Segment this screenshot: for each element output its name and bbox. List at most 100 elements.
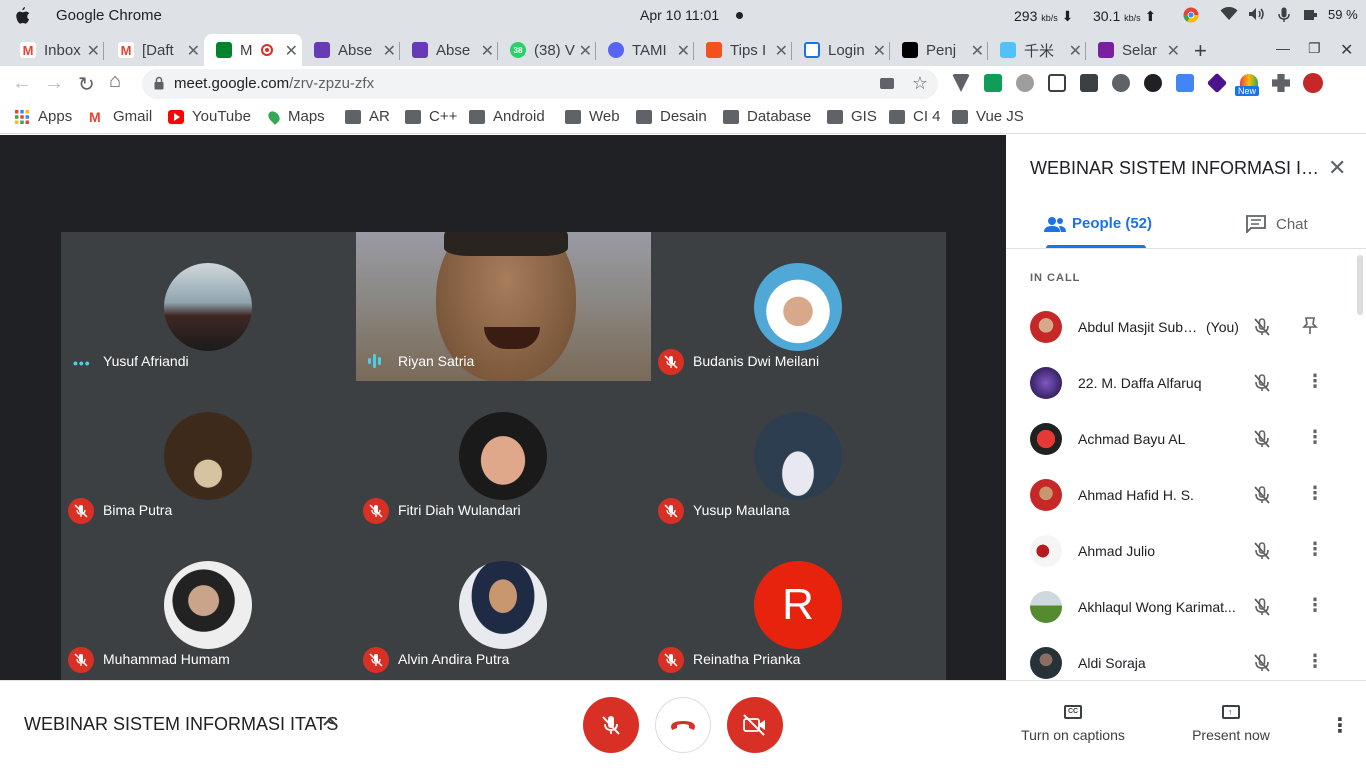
close-icon[interactable]: ✕ (87, 41, 100, 61)
bookmark-folder-web[interactable]: Web (565, 108, 620, 125)
bookmark-apps[interactable]: Apps (14, 108, 72, 125)
tab-tips[interactable]: Tips I ✕ (694, 34, 792, 66)
participant-tile[interactable]: Yusup Maulana (651, 381, 946, 530)
pin-icon[interactable] (1302, 317, 1318, 335)
participant-row[interactable]: Aldi Soraja ⋮ (1030, 643, 1350, 683)
tab-penj[interactable]: Penj ✕ (890, 34, 988, 66)
tab-selar[interactable]: Selar ✕ (1086, 34, 1184, 66)
participant-row[interactable]: 22. M. Daffa Alfaruq ⋮ (1030, 363, 1350, 403)
minimize-icon[interactable]: — (1276, 40, 1290, 56)
bookmark-folder-android[interactable]: Android (469, 108, 545, 125)
close-icon[interactable]: ✕ (187, 41, 200, 61)
more-options-icon[interactable]: ⋮ (1306, 651, 1324, 672)
bookmark-folder-ar[interactable]: AR (345, 108, 390, 125)
participant-tile[interactable]: Alvin Andira Putra (356, 530, 651, 679)
tab-login[interactable]: Login ✕ (792, 34, 890, 66)
participant-tile[interactable]: Muhammad Humam (61, 530, 356, 679)
reload-icon[interactable]: ↻ (78, 72, 95, 97)
translate-extension-icon[interactable] (1176, 74, 1194, 92)
timer-extension-icon[interactable] (984, 74, 1002, 92)
tab-absen-1[interactable]: Abse ✕ (302, 34, 400, 66)
tab-people[interactable]: People (52) (1044, 215, 1152, 232)
bookmark-star-icon[interactable]: ☆ (912, 73, 928, 94)
volume-icon[interactable] (1248, 7, 1266, 24)
extensions-puzzle-icon[interactable] (1272, 74, 1290, 92)
close-icon[interactable]: ✕ (971, 41, 984, 61)
participant-tile[interactable]: ••• Yusuf Afriandi (61, 232, 356, 381)
participant-row[interactable]: Ahmad Julio ⋮ (1030, 531, 1350, 571)
participant-video-tile[interactable]: Riyan Satria (356, 232, 651, 381)
new-tab-plus-icon[interactable]: + (1194, 38, 1207, 64)
vpn-extension-icon[interactable] (952, 74, 970, 92)
camera-toggle-button[interactable] (727, 697, 783, 753)
github-extension-icon[interactable] (1144, 74, 1162, 92)
screenshot-extension-icon[interactable] (1112, 74, 1130, 92)
present-now-button[interactable]: ↑ Present now (1182, 705, 1280, 743)
participant-row[interactable]: Achmad Bayu AL ⋮ (1030, 419, 1350, 459)
restore-icon[interactable]: ❐ (1308, 40, 1321, 57)
tab-qianmi[interactable]: 千米 ✕ (988, 34, 1086, 66)
close-icon[interactable]: ✕ (1167, 41, 1180, 61)
mic-toggle-button[interactable] (583, 697, 639, 753)
tab-daftar[interactable]: M [Daft ✕ (104, 34, 204, 66)
leave-call-button[interactable] (655, 697, 711, 753)
chevron-up-icon[interactable] (322, 714, 338, 730)
bookmark-folder-cpp[interactable]: C++ (405, 108, 457, 125)
close-icon[interactable]: ✕ (1328, 155, 1346, 181)
more-options-icon[interactable]: ⋮ (1306, 427, 1324, 448)
more-options-icon[interactable]: ⋮ (1306, 483, 1324, 504)
bookmark-folder-gis[interactable]: GIS (827, 108, 877, 125)
tab-tami[interactable]: TAMI ✕ (596, 34, 694, 66)
close-icon[interactable]: ✕ (481, 41, 494, 61)
home-icon[interactable]: ⌂ (109, 70, 121, 93)
news-extension-icon[interactable] (1080, 74, 1098, 92)
bookmark-folder-ci4[interactable]: CI 4 (889, 108, 941, 125)
participant-row[interactable]: Ahmad Hafid H. S. ⋮ (1030, 475, 1350, 515)
app-name[interactable]: Google Chrome (56, 7, 162, 24)
chrome-tray-icon[interactable] (1183, 7, 1199, 26)
spider-extension-icon[interactable] (1016, 74, 1034, 92)
close-icon[interactable]: ✕ (383, 41, 396, 61)
forward-arrow-icon[interactable]: → (44, 72, 64, 95)
profile-avatar[interactable] (1303, 73, 1323, 93)
participant-tile[interactable]: Budanis Dwi Meilani (651, 232, 946, 381)
close-icon[interactable]: ✕ (873, 41, 886, 61)
more-options-icon[interactable]: ⋮ (1306, 595, 1324, 616)
panel-scrollbar[interactable] (1357, 255, 1363, 315)
bookmark-maps[interactable]: Maps (266, 108, 325, 125)
pip-extension-icon[interactable] (1048, 74, 1066, 92)
power-icon[interactable] (1303, 7, 1319, 26)
diamond-extension-icon[interactable] (1206, 72, 1228, 94)
close-icon[interactable]: ✕ (1069, 41, 1082, 61)
bookmark-gmail[interactable]: M Gmail (89, 108, 152, 125)
window-close-icon[interactable]: ✕ (1340, 40, 1353, 60)
back-arrow-icon[interactable]: ← (12, 72, 32, 95)
bookmark-folder-vuejs[interactable]: Vue JS (952, 108, 1024, 125)
camera-permission-icon[interactable] (880, 78, 894, 89)
microphone-tray-icon[interactable] (1278, 7, 1290, 26)
close-icon[interactable]: ✕ (579, 41, 592, 61)
tab-inbox[interactable]: M Inbox ✕ (0, 34, 104, 66)
participant-tile[interactable]: Bima Putra (61, 381, 356, 530)
participant-tile[interactable]: Fitri Diah Wulandari (356, 381, 651, 530)
clock[interactable]: Apr 10 11:01 (640, 7, 719, 23)
more-options-icon[interactable]: ⋮ (1330, 713, 1350, 738)
more-options-icon[interactable]: ⋮ (1306, 371, 1324, 392)
close-icon[interactable]: ✕ (285, 41, 298, 61)
bookmark-folder-desain[interactable]: Desain (636, 108, 707, 125)
tab-whatsapp[interactable]: 38 (38) V ✕ (498, 34, 596, 66)
bookmark-folder-database[interactable]: Database (723, 108, 811, 125)
captions-button[interactable]: CC Turn on captions (1012, 705, 1134, 743)
participant-row[interactable]: Akhlaqul Wong Karimat... ⋮ (1030, 587, 1350, 627)
more-options-icon[interactable]: ⋮ (1306, 539, 1324, 560)
tab-chat[interactable]: Chat (1246, 215, 1308, 233)
bookmark-youtube[interactable]: YouTube (168, 108, 251, 125)
address-bar[interactable]: meet.google.com/zrv-zpzu-zfx ☆ (142, 69, 938, 99)
apple-logo-icon[interactable] (14, 7, 30, 25)
wifi-icon[interactable] (1220, 6, 1238, 24)
participant-tile[interactable]: R Reinatha Prianka (651, 530, 946, 679)
meeting-name[interactable]: WEBINAR SISTEM INFORMASI ITATS (24, 714, 338, 735)
tab-meet[interactable]: M ✕ (204, 34, 302, 66)
close-icon[interactable]: ✕ (677, 41, 690, 61)
close-icon[interactable]: ✕ (775, 41, 788, 61)
